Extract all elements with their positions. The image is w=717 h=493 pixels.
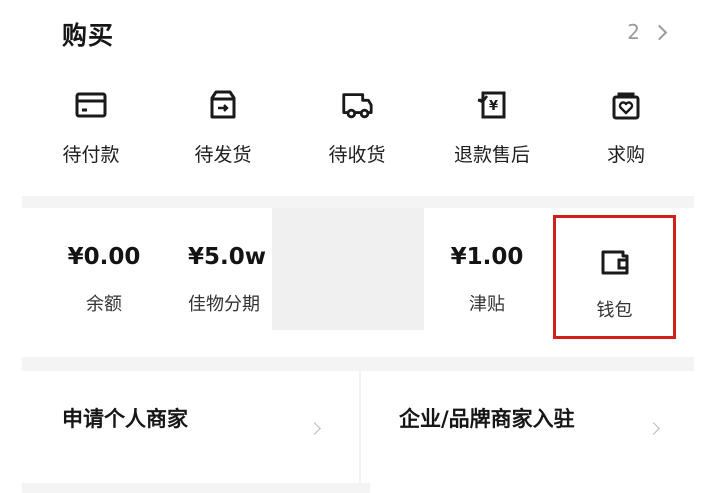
chevron-right-icon [308, 422, 321, 435]
personal-merchant-label: 申请个人商家 [62, 407, 188, 431]
section-divider [22, 357, 694, 371]
svg-text:¥: ¥ [489, 99, 498, 114]
order-label: 待发货 [194, 144, 252, 166]
balance-label: 余额 [86, 294, 122, 315]
order-label: 待付款 [62, 144, 120, 166]
installment-label: 佳物分期 [188, 294, 260, 315]
section-divider [22, 483, 370, 493]
chevron-right-icon [647, 422, 660, 435]
section-divider [22, 196, 694, 208]
wanted-bag-icon [609, 88, 643, 122]
asset-installment[interactable]: ¥5.0w 佳物分期 [170, 244, 272, 316]
box-icon [206, 88, 240, 122]
order-pending-receipt[interactable]: 待收货 [302, 88, 412, 178]
wallet-label: 钱包 [596, 300, 633, 321]
asset-balance[interactable]: ¥0.00 余额 [44, 244, 164, 316]
purchase-title: 购买 [62, 21, 115, 50]
placeholder-block [272, 208, 424, 330]
apply-personal-merchant[interactable]: 申请个人商家 [22, 371, 359, 483]
wallet-button[interactable]: 钱包 [553, 246, 676, 322]
chevron-right-icon [651, 24, 668, 40]
enterprise-merchant-join[interactable]: 企业/品牌商家入驻 [361, 371, 694, 483]
refund-icon: ¥ [475, 88, 509, 122]
order-label: 求购 [606, 144, 645, 166]
installment-value: ¥5.0w [188, 244, 266, 270]
truck-icon [340, 88, 374, 122]
balance-value: ¥0.00 [67, 244, 141, 270]
allowance-label: 津贴 [469, 294, 505, 315]
card-icon [74, 88, 108, 122]
order-wanted[interactable]: 求购 [571, 88, 681, 178]
order-pending-payment[interactable]: 待付款 [36, 88, 146, 178]
purchase-count: 2 [627, 20, 640, 44]
purchase-more-link[interactable]: 2 [627, 20, 668, 44]
order-label: 退款售后 [453, 144, 530, 166]
asset-allowance[interactable]: ¥1.00 津贴 [427, 244, 547, 316]
order-refund-aftersale[interactable]: ¥ 退款售后 [437, 88, 547, 178]
order-pending-shipment[interactable]: 待发货 [168, 88, 278, 178]
enterprise-merchant-label: 企业/品牌商家入驻 [399, 407, 575, 431]
purchase-header[interactable]: 购买 2 [0, 0, 717, 70]
wallet-icon [599, 246, 631, 280]
order-label: 待收货 [328, 144, 386, 166]
allowance-value: ¥1.00 [450, 244, 524, 270]
